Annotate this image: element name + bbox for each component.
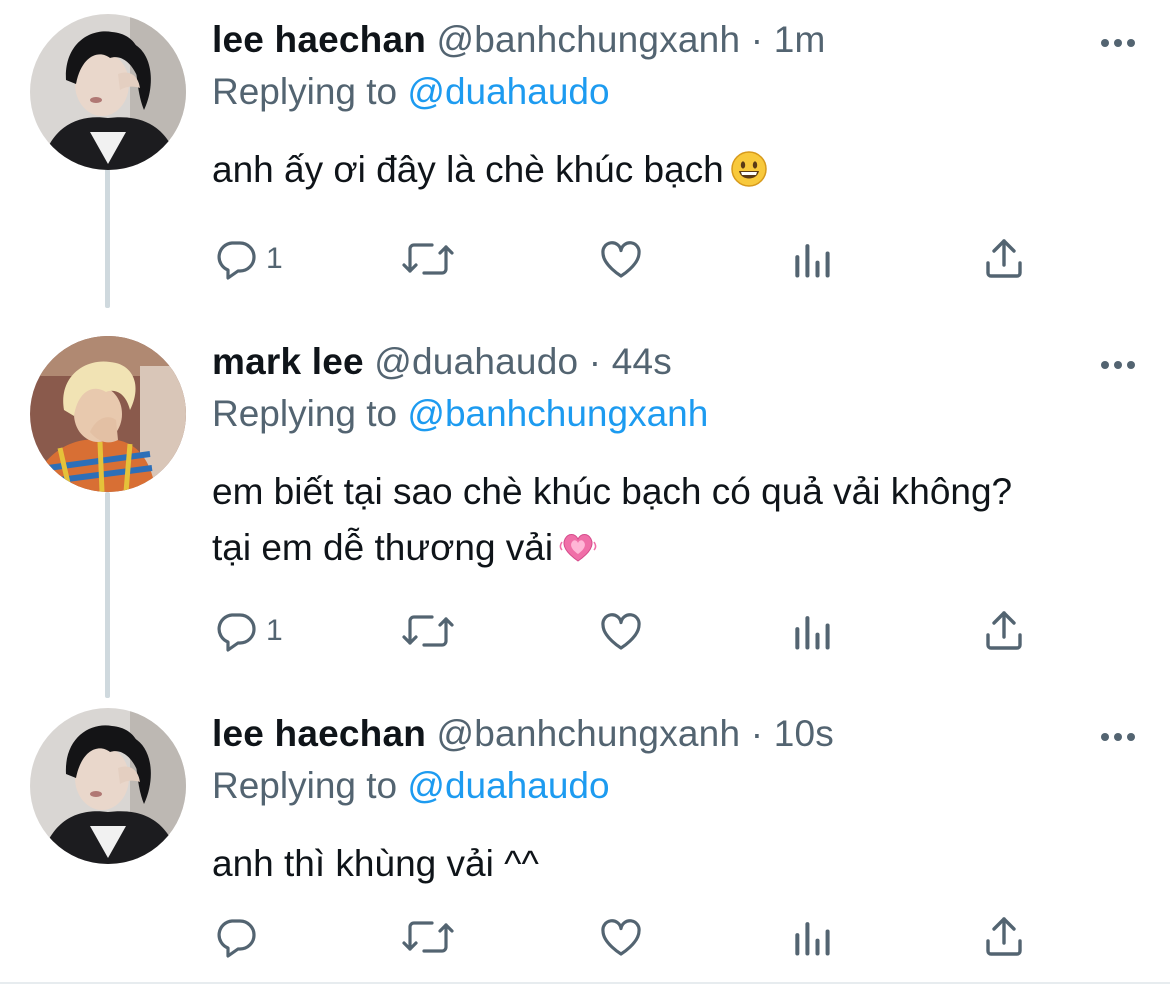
more-icon[interactable]	[1098, 36, 1138, 50]
tweet-header: lee haechan @banhchungxanh · 1m	[212, 14, 1130, 66]
retweet-icon	[400, 607, 456, 655]
share-icon	[980, 235, 1028, 283]
replying-to-label: Replying to	[212, 393, 398, 434]
mention-link[interactable]: @duahaudo	[407, 765, 609, 806]
mention-link[interactable]: @duahaudo	[407, 71, 609, 112]
timestamp[interactable]: 44s	[612, 341, 672, 382]
avatar-dark-hair-image	[30, 708, 186, 864]
analytics-icon	[790, 609, 834, 653]
retweet-icon	[400, 235, 456, 283]
tweet-text-line: tại em dễ thương vải	[212, 520, 1130, 582]
more-icon[interactable]	[1098, 358, 1138, 372]
share-icon	[980, 607, 1028, 655]
avatar[interactable]	[30, 336, 186, 492]
avatar[interactable]	[30, 708, 186, 864]
reply-button[interactable]: 1	[212, 606, 283, 656]
avatar[interactable]	[30, 14, 186, 170]
tweet-actions	[212, 912, 1062, 962]
analytics-button[interactable]	[790, 912, 834, 962]
replying-to: Replying to @banhchungxanh	[212, 388, 1130, 440]
separator-dot: ·	[750, 713, 764, 754]
more-icon[interactable]	[1098, 730, 1138, 744]
like-icon	[596, 235, 646, 283]
avatar-dark-hair-image	[30, 14, 186, 170]
divider	[0, 982, 1170, 984]
display-name[interactable]: mark lee	[212, 341, 364, 382]
tweet[interactable]: lee haechan @banhchungxanh · 10s Replyin…	[0, 708, 1170, 978]
tweet-content: lee haechan @banhchungxanh · 10s Replyin…	[212, 708, 1130, 892]
tweet-header: lee haechan @banhchungxanh · 10s	[212, 708, 1130, 760]
user-handle[interactable]: @duahaudo	[374, 341, 578, 382]
separator-dot: ·	[588, 341, 602, 382]
reply-button[interactable]	[212, 912, 260, 962]
retweet-button[interactable]	[400, 606, 456, 656]
share-button[interactable]	[980, 234, 1028, 284]
reply-count: 1	[266, 242, 283, 275]
user-handle[interactable]: @banhchungxanh	[437, 19, 741, 60]
reply-button[interactable]: 1	[212, 234, 283, 284]
replying-to-label: Replying to	[212, 765, 398, 806]
tweet-content: mark lee @duahaudo · 44s Replying to @ba…	[212, 336, 1130, 582]
share-button[interactable]	[980, 912, 1028, 962]
reply-icon	[212, 607, 260, 655]
heart-emoji	[559, 526, 597, 582]
tweet-content: lee haechan @banhchungxanh · 1m Replying…	[212, 14, 1130, 204]
tweet-text-line: anh ấy ơi đây là chè khúc bạch	[212, 142, 1130, 204]
like-button[interactable]	[596, 606, 646, 656]
timestamp[interactable]: 1m	[774, 19, 826, 60]
retweet-icon	[400, 913, 456, 961]
tweet-header: mark lee @duahaudo · 44s	[212, 336, 1130, 388]
reply-icon	[212, 235, 260, 283]
grinning-face-emoji	[730, 148, 768, 204]
display-name[interactable]: lee haechan	[212, 713, 426, 754]
like-button[interactable]	[596, 912, 646, 962]
tweet-text-line: em biết tại sao chè khúc bạch có quả vải…	[212, 471, 1013, 512]
reply-icon	[212, 913, 260, 961]
like-icon	[596, 607, 646, 655]
analytics-icon	[790, 237, 834, 281]
timestamp[interactable]: 10s	[774, 713, 834, 754]
analytics-button[interactable]	[790, 234, 834, 284]
tweet-text: em biết tại sao chè khúc bạch có quả vải…	[212, 464, 1130, 582]
tweet[interactable]: lee haechan @banhchungxanh · 1m Replying…	[0, 14, 1170, 314]
like-icon	[596, 913, 646, 961]
avatar-blond-hair-image	[30, 336, 186, 492]
mention-link[interactable]: @banhchungxanh	[407, 393, 708, 434]
share-icon	[980, 913, 1028, 961]
replying-to: Replying to @duahaudo	[212, 66, 1130, 118]
share-button[interactable]	[980, 606, 1028, 656]
tweet-text-line: anh thì khùng vải ^^	[212, 843, 539, 884]
tweet-actions: 1	[212, 234, 1062, 284]
reply-thread: lee haechan @banhchungxanh · 1m Replying…	[0, 0, 1170, 987]
analytics-icon	[790, 915, 834, 959]
tweet-text: anh ấy ơi đây là chè khúc bạch	[212, 142, 1130, 204]
replying-to: Replying to @duahaudo	[212, 760, 1130, 812]
like-button[interactable]	[596, 234, 646, 284]
user-handle[interactable]: @banhchungxanh	[437, 713, 741, 754]
tweet[interactable]: mark lee @duahaudo · 44s Replying to @ba…	[0, 336, 1170, 676]
display-name[interactable]: lee haechan	[212, 19, 426, 60]
analytics-button[interactable]	[790, 606, 834, 656]
retweet-button[interactable]	[400, 912, 456, 962]
replying-to-label: Replying to	[212, 71, 398, 112]
separator-dot: ·	[750, 19, 764, 60]
tweet-text: anh thì khùng vải ^^	[212, 836, 1130, 892]
reply-count: 1	[266, 614, 283, 647]
retweet-button[interactable]	[400, 234, 456, 284]
tweet-actions: 1	[212, 606, 1062, 656]
